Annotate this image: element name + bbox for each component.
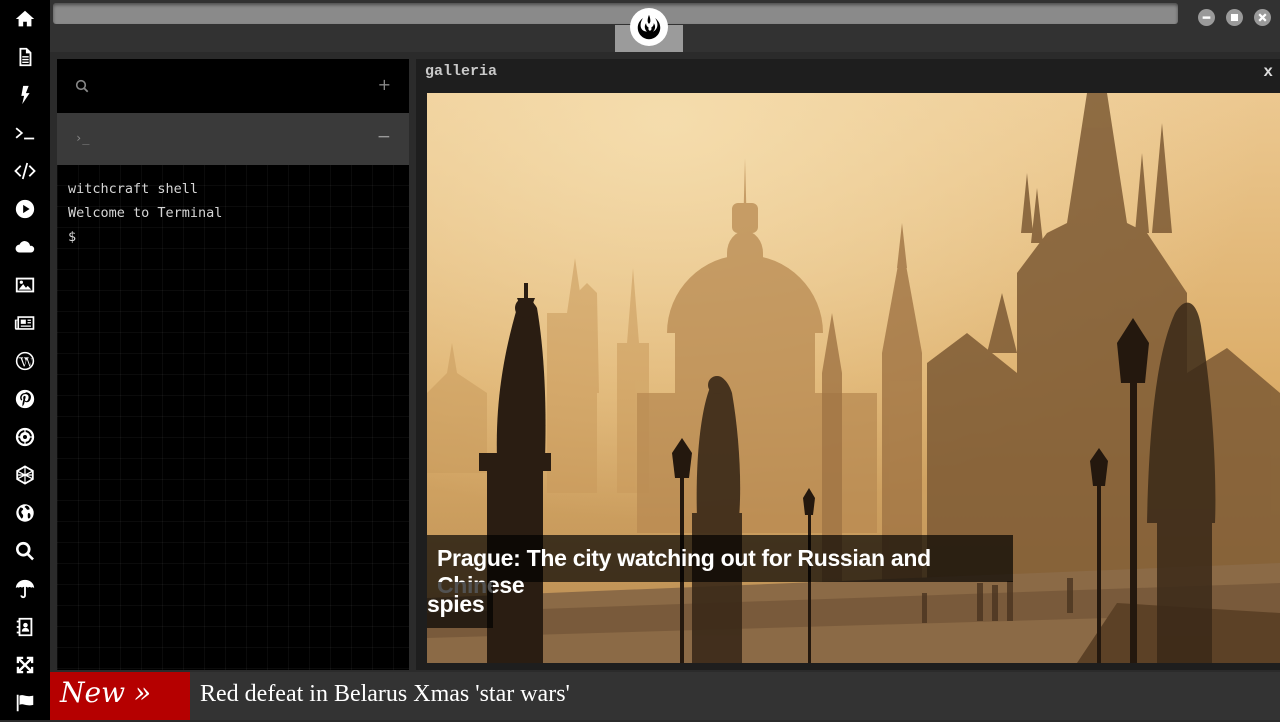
umbrella-icon[interactable] — [0, 570, 50, 608]
wordpress-icon[interactable] — [0, 342, 50, 380]
empire-icon[interactable] — [0, 418, 50, 456]
ticker-new-label: New » — [50, 672, 190, 720]
terminal-prompt-line: $ — [68, 229, 77, 245]
photo-caption-line2[interactable]: spies — [427, 582, 493, 628]
document-icon[interactable] — [0, 38, 50, 76]
gallery-photo[interactable]: Prague: The city watching out for Russia… — [427, 93, 1280, 663]
ticker-headline[interactable]: Red defeat in Belarus Xmas 'star wars' — [200, 681, 570, 708]
galleria-window: galleria x Prague: The city watching out… — [416, 59, 1280, 670]
sidebar — [0, 0, 50, 720]
flag-icon[interactable] — [0, 684, 50, 722]
galleria-close-button[interactable]: x — [1263, 63, 1273, 81]
galleria-title: galleria — [425, 63, 498, 80]
close-icon[interactable] — [1254, 9, 1271, 26]
network-icon[interactable] — [0, 456, 50, 494]
search-icon[interactable] — [0, 532, 50, 570]
home-icon[interactable] — [0, 0, 50, 38]
collapse-terminal-button[interactable]: − — [377, 127, 391, 147]
newspaper-icon[interactable] — [0, 304, 50, 342]
cloud-icon[interactable] — [0, 228, 50, 266]
news-ticker: New » Red defeat in Belarus Xmas 'star w… — [50, 672, 1280, 720]
terminal-tab-prompt: ›_ — [75, 131, 90, 145]
top-bar — [50, 0, 1280, 52]
rebel-alliance-logo-icon[interactable] — [630, 8, 668, 46]
photo-caption-line1[interactable]: Prague: The city watching out for Russia… — [427, 535, 1013, 598]
code-icon[interactable] — [0, 152, 50, 190]
address-input[interactable] — [53, 3, 1178, 24]
terminal-panel: + ›_ − witchcraft shell Welcome to Termin… — [57, 59, 409, 670]
image-icon[interactable] — [0, 266, 50, 304]
terminal-line: witchcraft shell — [68, 181, 199, 197]
add-terminal-button[interactable]: + — [378, 75, 391, 94]
lightning-icon[interactable] — [0, 76, 50, 114]
fullscreen-icon[interactable] — [0, 646, 50, 684]
maximize-icon[interactable] — [1226, 9, 1243, 26]
contacts-icon[interactable] — [0, 608, 50, 646]
terminal-line: Welcome to Terminal — [68, 205, 223, 221]
play-icon[interactable] — [0, 190, 50, 228]
terminal-output[interactable]: witchcraft shell Welcome to Terminal $ — [68, 177, 222, 249]
pinterest-icon[interactable] — [0, 380, 50, 418]
terminal-search-bar[interactable]: + — [57, 59, 409, 113]
minimize-icon[interactable] — [1198, 9, 1215, 26]
terminal-tab[interactable]: ›_ − — [57, 113, 409, 165]
search-icon[interactable] — [75, 79, 89, 93]
globe-icon[interactable] — [0, 494, 50, 532]
terminal-icon[interactable] — [0, 114, 50, 152]
